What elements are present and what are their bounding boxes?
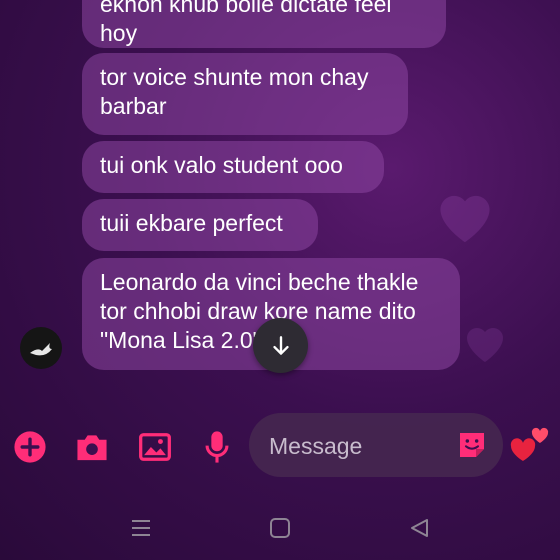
image-icon [139, 433, 171, 461]
voice-button[interactable] [199, 429, 235, 465]
home-square-icon [270, 518, 290, 538]
message-bubble[interactable]: tor voice shunte mon chay barbar [82, 53, 408, 135]
message-list[interactable]: ekhon khub bolle dictate feel hoy tor vo… [0, 0, 560, 395]
hearts-icon[interactable] [509, 425, 551, 463]
menu-lines-icon [132, 520, 150, 536]
add-button[interactable] [12, 429, 48, 465]
home-button[interactable] [265, 513, 295, 543]
back-button[interactable] [404, 513, 434, 543]
dove-icon [30, 343, 52, 356]
avatar[interactable] [20, 327, 62, 369]
gallery-button[interactable] [137, 429, 173, 465]
camera-button[interactable] [74, 429, 110, 465]
microphone-icon [205, 431, 229, 463]
message-bubble[interactable]: tui onk valo student ooo [82, 141, 384, 193]
plus-circle-icon [14, 431, 46, 463]
message-text: tuii ekbare perfect [100, 210, 283, 236]
sticker-icon[interactable] [456, 429, 488, 461]
arrow-down-icon [272, 335, 289, 355]
scroll-to-bottom-button[interactable] [253, 318, 308, 373]
message-text: tui onk valo student ooo [100, 152, 343, 178]
message-text: tor voice shunte mon chay barbar [100, 64, 369, 119]
system-navigation-bar [0, 495, 560, 560]
message-text: ekhon khub bolle dictate feel hoy [100, 0, 392, 46]
camera-icon [77, 435, 107, 461]
message-bubble[interactable]: ekhon khub bolle dictate feel hoy [82, 0, 446, 48]
message-input[interactable] [267, 413, 451, 479]
message-bubble[interactable]: tuii ekbare perfect [82, 199, 318, 251]
back-triangle-icon [411, 519, 428, 537]
recents-button[interactable] [126, 513, 156, 543]
